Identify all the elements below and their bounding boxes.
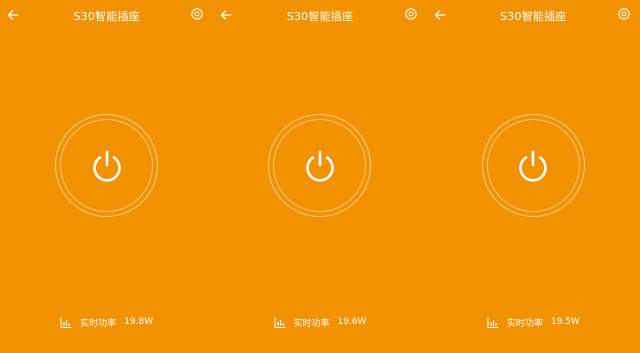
settings-button[interactable] bbox=[616, 6, 632, 22]
realtime-power: 实时功率 19.8W bbox=[0, 314, 213, 330]
gear-icon bbox=[404, 7, 417, 20]
gear-icon bbox=[617, 7, 631, 20]
settings-button[interactable] bbox=[189, 6, 205, 22]
header-bar: S30智能插座 bbox=[427, 0, 640, 30]
power-icon bbox=[92, 150, 121, 182]
power-ring-inner bbox=[273, 119, 367, 212]
power-label: 实时功率 bbox=[293, 318, 330, 329]
app-screens: S30智能插座 实时功率 19.8W S30智能插座 实时功率 19.6W S3… bbox=[0, 0, 640, 353]
realtime-power: 实时功率 19.6W bbox=[213, 314, 426, 330]
bar-chart-icon[interactable] bbox=[60, 317, 72, 328]
power-value: 19.5W bbox=[550, 317, 580, 327]
power-icon bbox=[306, 150, 334, 182]
header-bar: S30智能插座 bbox=[0, 0, 213, 30]
settings-button[interactable] bbox=[403, 6, 419, 22]
power-toggle-button[interactable] bbox=[481, 114, 585, 217]
page-title: S30智能插座 bbox=[286, 10, 354, 23]
power-value: 19.6W bbox=[337, 317, 367, 327]
power-icon bbox=[519, 150, 547, 182]
device-screen: S30智能插座 bbox=[427, 0, 640, 353]
power-label: 实时功率 bbox=[80, 318, 117, 329]
power-label: 实时功率 bbox=[506, 318, 543, 329]
device-screen: S30智能插座 bbox=[213, 0, 426, 353]
page-title: S30智能插座 bbox=[500, 10, 567, 23]
power-ring-inner bbox=[486, 119, 580, 212]
power-toggle-button[interactable] bbox=[268, 114, 372, 217]
power-value: 19.8W bbox=[124, 317, 154, 327]
bar-chart-icon[interactable] bbox=[487, 317, 499, 328]
power-toggle-button[interactable] bbox=[55, 114, 158, 217]
gear-icon bbox=[191, 7, 204, 20]
bar-chart-icon[interactable] bbox=[274, 317, 286, 328]
page-title: S30智能插座 bbox=[73, 10, 140, 23]
device-screen: S30智能插座 bbox=[0, 0, 213, 353]
realtime-power: 实时功率 19.5W bbox=[427, 314, 640, 330]
power-ring-inner bbox=[60, 119, 153, 212]
header-bar: S30智能插座 bbox=[213, 0, 426, 30]
